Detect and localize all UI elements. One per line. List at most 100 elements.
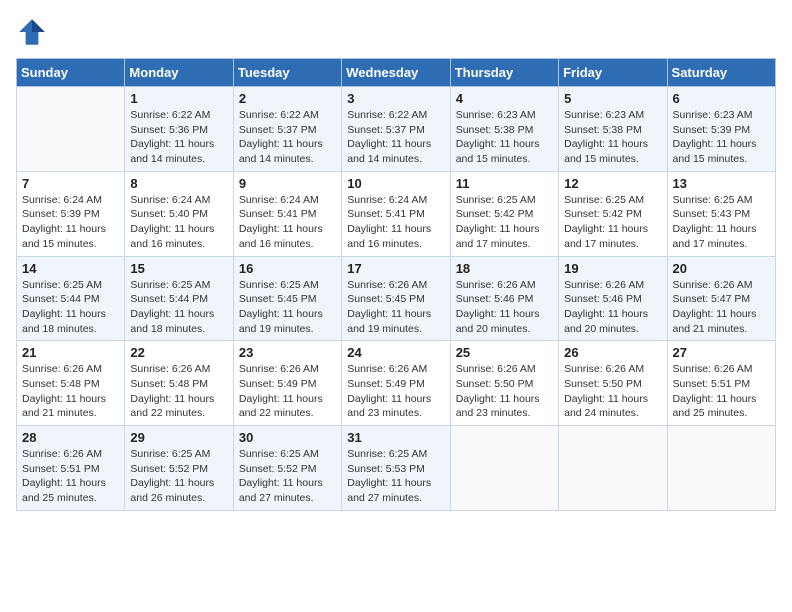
calendar-body: 1 Sunrise: 6:22 AMSunset: 5:36 PMDaylight… <box>17 87 776 511</box>
calendar-cell: 15 Sunrise: 6:25 AMSunset: 5:44 PMDayligh… <box>125 256 233 341</box>
day-number: 30 <box>239 430 336 445</box>
day-info: Sunrise: 6:25 AMSunset: 5:45 PMDaylight:… <box>239 278 336 337</box>
calendar-cell: 22 Sunrise: 6:26 AMSunset: 5:48 PMDayligh… <box>125 341 233 426</box>
day-info: Sunrise: 6:26 AMSunset: 5:51 PMDaylight:… <box>673 362 770 421</box>
page-header <box>16 16 776 48</box>
logo <box>16 16 52 48</box>
day-info: Sunrise: 6:26 AMSunset: 5:48 PMDaylight:… <box>130 362 227 421</box>
day-number: 24 <box>347 345 444 360</box>
calendar-cell: 31 Sunrise: 6:25 AMSunset: 5:53 PMDayligh… <box>342 426 450 511</box>
calendar-cell: 17 Sunrise: 6:26 AMSunset: 5:45 PMDayligh… <box>342 256 450 341</box>
day-number: 14 <box>22 261 119 276</box>
calendar-cell <box>17 87 125 172</box>
day-number: 26 <box>564 345 661 360</box>
day-info: Sunrise: 6:26 AMSunset: 5:50 PMDaylight:… <box>564 362 661 421</box>
calendar-cell: 6Sunrise: 6:23 AMSunset: 5:39 PMDaylight… <box>667 87 775 172</box>
calendar-cell: 30 Sunrise: 6:25 AMSunset: 5:52 PMDayligh… <box>233 426 341 511</box>
day-number: 18 <box>456 261 553 276</box>
day-info: Sunrise: 6:26 AMSunset: 5:46 PMDaylight:… <box>456 278 553 337</box>
calendar-cell: 20Sunrise: 6:26 AMSunset: 5:47 PMDayligh… <box>667 256 775 341</box>
day-header-wednesday: Wednesday <box>342 59 450 87</box>
calendar-cell: 29 Sunrise: 6:25 AMSunset: 5:52 PMDayligh… <box>125 426 233 511</box>
day-header-saturday: Saturday <box>667 59 775 87</box>
calendar-cell: 1 Sunrise: 6:22 AMSunset: 5:36 PMDaylight… <box>125 87 233 172</box>
day-number: 2 <box>239 91 336 106</box>
day-number: 21 <box>22 345 119 360</box>
calendar-cell: 9 Sunrise: 6:24 AMSunset: 5:41 PMDaylight… <box>233 171 341 256</box>
day-number: 15 <box>130 261 227 276</box>
day-number: 10 <box>347 176 444 191</box>
calendar-table: SundayMondayTuesdayWednesdayThursdayFrid… <box>16 58 776 511</box>
calendar-cell: 16 Sunrise: 6:25 AMSunset: 5:45 PMDayligh… <box>233 256 341 341</box>
day-info: Sunrise: 6:24 AMSunset: 5:40 PMDaylight:… <box>130 193 227 252</box>
day-info: Sunrise: 6:24 AMSunset: 5:41 PMDaylight:… <box>347 193 444 252</box>
day-number: 22 <box>130 345 227 360</box>
day-number: 9 <box>239 176 336 191</box>
day-info: Sunrise: 6:25 AMSunset: 5:52 PMDaylight:… <box>239 447 336 506</box>
day-info: Sunrise: 6:25 AMSunset: 5:42 PMDaylight:… <box>564 193 661 252</box>
calendar-cell <box>667 426 775 511</box>
calendar-cell: 10 Sunrise: 6:24 AMSunset: 5:41 PMDayligh… <box>342 171 450 256</box>
day-info: Sunrise: 6:24 AMSunset: 5:41 PMDaylight:… <box>239 193 336 252</box>
week-row-4: 21 Sunrise: 6:26 AMSunset: 5:48 PMDayligh… <box>17 341 776 426</box>
day-number: 17 <box>347 261 444 276</box>
calendar-cell <box>450 426 558 511</box>
week-row-3: 14 Sunrise: 6:25 AMSunset: 5:44 PMDayligh… <box>17 256 776 341</box>
week-row-2: 7 Sunrise: 6:24 AMSunset: 5:39 PMDaylight… <box>17 171 776 256</box>
day-number: 4 <box>456 91 553 106</box>
day-number: 28 <box>22 430 119 445</box>
day-info: Sunrise: 6:26 AMSunset: 5:47 PMDaylight:… <box>673 278 770 337</box>
day-info: Sunrise: 6:26 AMSunset: 5:45 PMDaylight:… <box>347 278 444 337</box>
day-header-tuesday: Tuesday <box>233 59 341 87</box>
day-number: 31 <box>347 430 444 445</box>
day-number: 12 <box>564 176 661 191</box>
day-header-sunday: Sunday <box>17 59 125 87</box>
day-number: 29 <box>130 430 227 445</box>
calendar-cell: 19Sunrise: 6:26 AMSunset: 5:46 PMDayligh… <box>559 256 667 341</box>
calendar-cell: 7 Sunrise: 6:24 AMSunset: 5:39 PMDaylight… <box>17 171 125 256</box>
calendar-header-row: SundayMondayTuesdayWednesdayThursdayFrid… <box>17 59 776 87</box>
day-info: Sunrise: 6:26 AMSunset: 5:49 PMDaylight:… <box>239 362 336 421</box>
day-info: Sunrise: 6:25 AMSunset: 5:43 PMDaylight:… <box>673 193 770 252</box>
day-info: Sunrise: 6:23 AMSunset: 5:38 PMDaylight:… <box>564 108 661 167</box>
calendar-cell: 13 Sunrise: 6:25 AMSunset: 5:43 PMDayligh… <box>667 171 775 256</box>
day-info: Sunrise: 6:24 AMSunset: 5:39 PMDaylight:… <box>22 193 119 252</box>
day-number: 8 <box>130 176 227 191</box>
logo-icon <box>16 16 48 48</box>
day-info: Sunrise: 6:22 AMSunset: 5:36 PMDaylight:… <box>130 108 227 167</box>
calendar-cell: 3 Sunrise: 6:22 AMSunset: 5:37 PMDaylight… <box>342 87 450 172</box>
calendar-cell: 8 Sunrise: 6:24 AMSunset: 5:40 PMDaylight… <box>125 171 233 256</box>
day-number: 23 <box>239 345 336 360</box>
week-row-5: 28 Sunrise: 6:26 AMSunset: 5:51 PMDayligh… <box>17 426 776 511</box>
day-number: 16 <box>239 261 336 276</box>
day-info: Sunrise: 6:23 AMSunset: 5:38 PMDaylight:… <box>456 108 553 167</box>
day-info: Sunrise: 6:26 AMSunset: 5:51 PMDaylight:… <box>22 447 119 506</box>
day-info: Sunrise: 6:25 AMSunset: 5:42 PMDaylight:… <box>456 193 553 252</box>
day-info: Sunrise: 6:22 AMSunset: 5:37 PMDaylight:… <box>347 108 444 167</box>
day-info: Sunrise: 6:25 AMSunset: 5:52 PMDaylight:… <box>130 447 227 506</box>
day-number: 6 <box>673 91 770 106</box>
calendar-cell: 18 Sunrise: 6:26 AMSunset: 5:46 PMDayligh… <box>450 256 558 341</box>
day-info: Sunrise: 6:25 AMSunset: 5:44 PMDaylight:… <box>22 278 119 337</box>
calendar-cell: 5 Sunrise: 6:23 AMSunset: 5:38 PMDaylight… <box>559 87 667 172</box>
day-header-friday: Friday <box>559 59 667 87</box>
day-number: 3 <box>347 91 444 106</box>
day-number: 27 <box>673 345 770 360</box>
day-info: Sunrise: 6:22 AMSunset: 5:37 PMDaylight:… <box>239 108 336 167</box>
day-number: 5 <box>564 91 661 106</box>
calendar-cell: 11Sunrise: 6:25 AMSunset: 5:42 PMDayligh… <box>450 171 558 256</box>
calendar-cell: 12 Sunrise: 6:25 AMSunset: 5:42 PMDayligh… <box>559 171 667 256</box>
day-number: 7 <box>22 176 119 191</box>
calendar-cell: 23 Sunrise: 6:26 AMSunset: 5:49 PMDayligh… <box>233 341 341 426</box>
calendar-cell <box>559 426 667 511</box>
calendar-cell: 21Sunrise: 6:26 AMSunset: 5:48 PMDayligh… <box>17 341 125 426</box>
calendar-cell: 4 Sunrise: 6:23 AMSunset: 5:38 PMDaylight… <box>450 87 558 172</box>
day-info: Sunrise: 6:26 AMSunset: 5:49 PMDaylight:… <box>347 362 444 421</box>
day-number: 1 <box>130 91 227 106</box>
day-number: 13 <box>673 176 770 191</box>
calendar-cell: 14 Sunrise: 6:25 AMSunset: 5:44 PMDayligh… <box>17 256 125 341</box>
day-info: Sunrise: 6:25 AMSunset: 5:53 PMDaylight:… <box>347 447 444 506</box>
day-number: 25 <box>456 345 553 360</box>
day-info: Sunrise: 6:25 AMSunset: 5:44 PMDaylight:… <box>130 278 227 337</box>
calendar-cell: 25Sunrise: 6:26 AMSunset: 5:50 PMDayligh… <box>450 341 558 426</box>
